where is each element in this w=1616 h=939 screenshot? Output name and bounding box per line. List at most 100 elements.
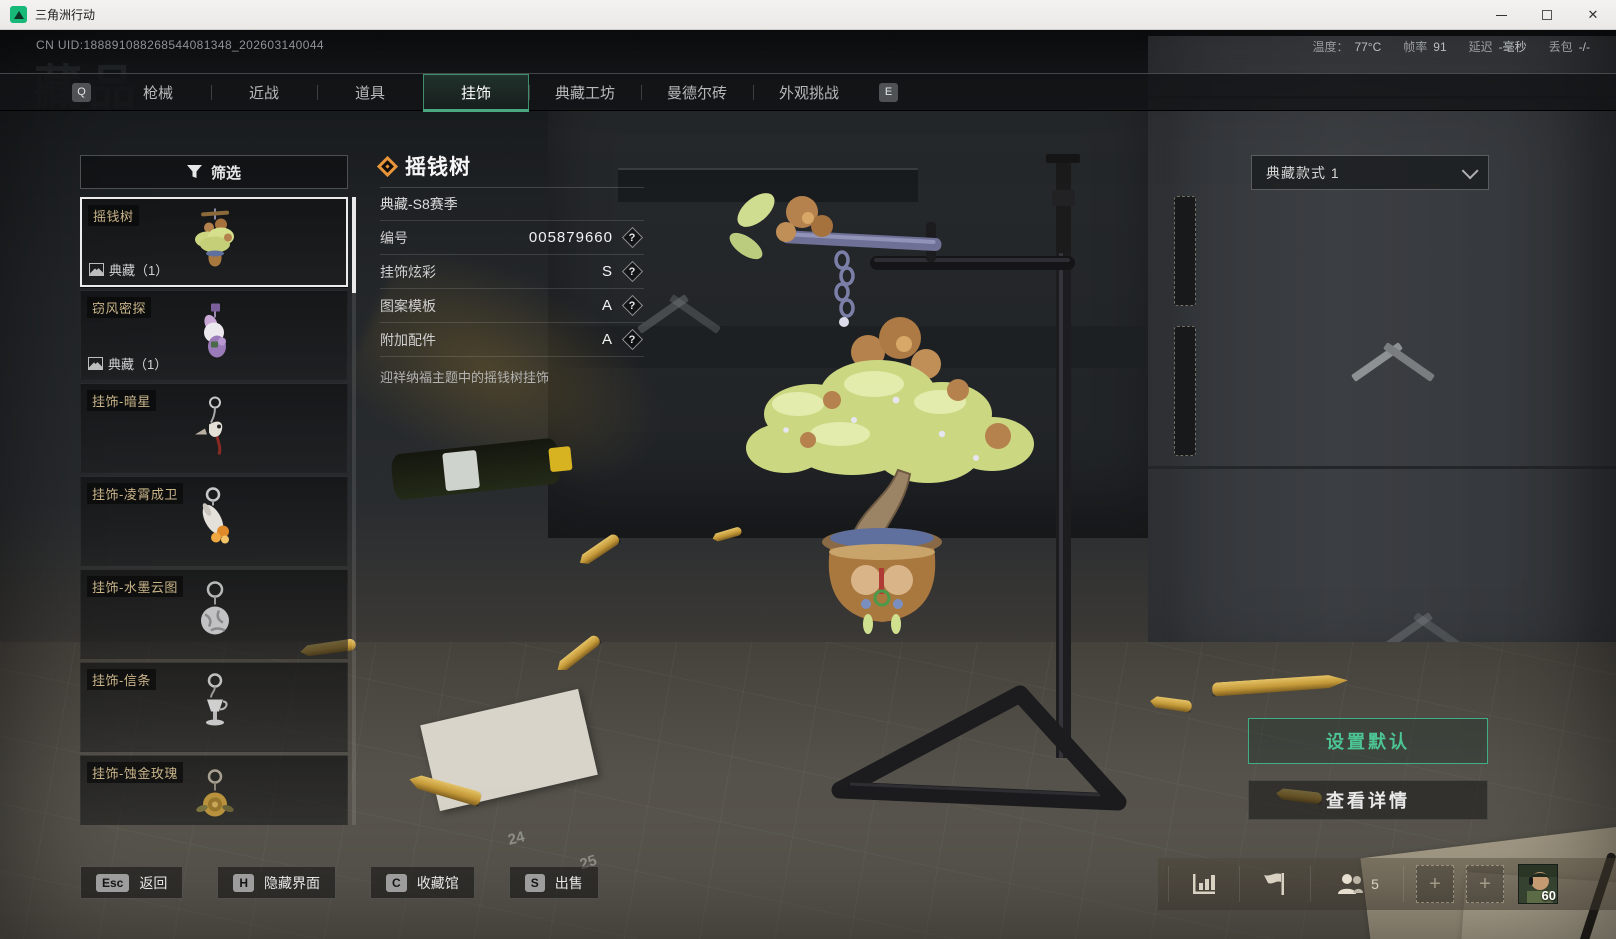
empty-slot-add-button-2[interactable]: + (1466, 865, 1504, 903)
item-name-label: 挂饰-信条 (87, 669, 156, 690)
game-stage: 24 25 CN UID:188891088268544081348_20260… (0, 30, 1616, 939)
category-tabbar: Q 枪械 近战 道具 挂饰 典藏工坊 曼德尔砖 外观挑战 E (0, 73, 1616, 112)
rarity-diamond-icon (376, 155, 399, 177)
money-tree-thumbnail (185, 207, 243, 278)
stat-temperature: 温度： 77°C (1312, 40, 1382, 54)
chevron-down-icon (1461, 161, 1479, 179)
detail-row-extra-accessory: 附加配件 A ? (380, 323, 644, 357)
gold-rose-thumbnail (185, 765, 243, 826)
detail-row-charm-colorway: 挂饰炫彩 S ? (380, 255, 644, 289)
tab-mandel-brick[interactable]: 曼德尔砖 (641, 74, 753, 110)
item-name-label: 摇钱树 (88, 205, 139, 226)
tab-props[interactable]: 道具 (317, 74, 423, 110)
empty-slot-add-button[interactable]: + (1416, 865, 1454, 903)
colorway-grade: S (601, 263, 613, 280)
tab-guns[interactable]: 枪械 (105, 74, 211, 110)
list-item-money-tree[interactable]: 摇钱树 典藏（1） (80, 197, 348, 287)
creed-thumbnail (185, 672, 243, 743)
player-avatar[interactable]: 60 (1518, 864, 1558, 904)
team-button[interactable]: 5 (1311, 872, 1403, 896)
window-title: 三角洲行动 (35, 8, 96, 22)
item-description: 迎祥纳福主题中的摇钱树挂饰 (380, 370, 550, 385)
ink-cloud-thumbnail (185, 579, 243, 650)
detail-row-serial: 编号 005879660 ? (380, 221, 644, 255)
titlebar: 三角洲行动 ✕ (0, 0, 1616, 30)
list-item-rocket[interactable]: 挂饰-凌霄成卫 (80, 476, 348, 566)
player-uid: CN UID:188891088268544081348_20260314004… (36, 38, 324, 52)
filter-button[interactable]: 筛选 (80, 155, 348, 189)
hotkey-sell[interactable]: S 出售 (508, 866, 599, 899)
key-hint-q: Q (72, 82, 91, 102)
image-icon (89, 263, 104, 276)
key-hint-e: E (879, 82, 898, 102)
item-name-label: 窃风密探 (87, 297, 152, 318)
item-name-label: 挂饰-凌霄成卫 (87, 483, 183, 504)
set-default-button[interactable]: 设置默认 (1248, 718, 1488, 764)
maximize-button[interactable] (1524, 0, 1570, 30)
keycap-c: C (386, 873, 407, 892)
people-icon (1338, 874, 1364, 894)
money-tree-pendant-model (729, 154, 1127, 811)
collection-badge: 典藏（1） (89, 260, 168, 279)
scrollbar-thumb[interactable] (352, 197, 356, 293)
avatar-level: 60 (1541, 888, 1556, 903)
help-icon[interactable]: ? (621, 226, 644, 249)
performance-stats: 温度： 77°C 帧率 91 延迟 -毫秒 丢包 -/- (1312, 38, 1590, 55)
help-icon[interactable]: ? (621, 294, 644, 317)
collection-badge: 典藏（1） (88, 354, 167, 373)
hotkey-back[interactable]: Esc 返回 (80, 866, 184, 899)
scene-crate-right (1148, 36, 1616, 736)
tab-charms[interactable]: 挂饰 (423, 74, 529, 112)
display-stand (831, 154, 1127, 811)
flag-button[interactable] (1240, 871, 1310, 897)
app-window: { "window": {"title": "三角洲行动", "minimize… (0, 0, 1616, 939)
minimize-button[interactable] (1478, 0, 1524, 30)
tab-collection-workshop[interactable]: 典藏工坊 (529, 74, 641, 110)
keycap-s: S (524, 873, 545, 892)
rocket-thumbnail (185, 486, 243, 557)
tab-appearance-challenge[interactable]: 外观挑战 (753, 74, 865, 110)
serial-number: 005879660 (528, 229, 613, 246)
list-item-wind-spy[interactable]: 窃风密探 典藏（1） (80, 290, 348, 380)
style-dropdown-value: 典藏款式 1 (1266, 164, 1340, 181)
help-icon[interactable]: ? (621, 328, 644, 351)
charm-item-list: 摇钱树 典藏（1） 窃风密探 典藏（1） 挂饰-暗星 挂饰-凌霄成卫 挂饰-水墨… (80, 197, 348, 825)
filter-funnel-icon (186, 165, 202, 178)
keycap-h: H (233, 873, 255, 892)
hotkey-bar: Esc 返回 H 隐藏界面 C 收藏馆 S 出售 (80, 866, 599, 899)
list-item-creed[interactable]: 挂饰-信条 (80, 662, 348, 752)
tab-melee[interactable]: 近战 (211, 74, 317, 110)
help-icon[interactable]: ? (621, 260, 644, 283)
app-logo-icon (10, 6, 27, 23)
list-item-ink-cloud[interactable]: 挂饰-水墨云图 (80, 569, 348, 659)
flag-icon (1264, 873, 1284, 895)
stat-packet-loss: 丢包 -/- (1548, 40, 1590, 54)
item-name-label: 挂饰-暗星 (87, 390, 156, 411)
item-detail-panel: 摇钱树 典藏-S8赛季 编号 005879660 ? 挂饰炫彩 S ? 图案模板… (376, 145, 644, 386)
list-item-dark-star[interactable]: 挂饰-暗星 (80, 383, 348, 473)
hotkey-hide-ui[interactable]: H 隐藏界面 (217, 866, 337, 899)
item-name-label: 挂饰-蚀金玫瑰 (87, 762, 183, 783)
view-details-button[interactable]: 查看详情 (1248, 780, 1488, 820)
dark-star-thumbnail (185, 393, 243, 464)
hotkey-collection-hall[interactable]: C 收藏馆 (370, 866, 475, 899)
item-list-scrollbar (352, 197, 356, 825)
money-tree-charm (729, 193, 1034, 634)
stat-fps: 帧率 91 (1403, 40, 1447, 54)
bar-chart-icon (1193, 874, 1215, 894)
item-name-label: 挂饰-水墨云图 (87, 576, 183, 597)
close-button[interactable]: ✕ (1570, 0, 1616, 30)
season-label: 典藏-S8赛季 (380, 188, 644, 221)
team-count: 5 (1371, 876, 1379, 892)
keycap-esc: Esc (96, 873, 130, 892)
image-icon (88, 357, 103, 370)
social-utility-bar: 5 + + 60 (1158, 858, 1616, 910)
pattern-grade: A (601, 297, 613, 314)
list-item-gold-rose[interactable]: 挂饰-蚀金玫瑰 (80, 755, 348, 825)
wind-spy-thumbnail (185, 300, 243, 371)
accessory-grade: A (601, 331, 613, 348)
stats-chart-button[interactable] (1169, 872, 1239, 896)
style-dropdown[interactable]: 典藏款式 1 (1251, 155, 1489, 190)
detail-row-pattern-template: 图案模板 A ? (380, 289, 644, 323)
stat-latency: 延迟 -毫秒 (1468, 40, 1527, 54)
